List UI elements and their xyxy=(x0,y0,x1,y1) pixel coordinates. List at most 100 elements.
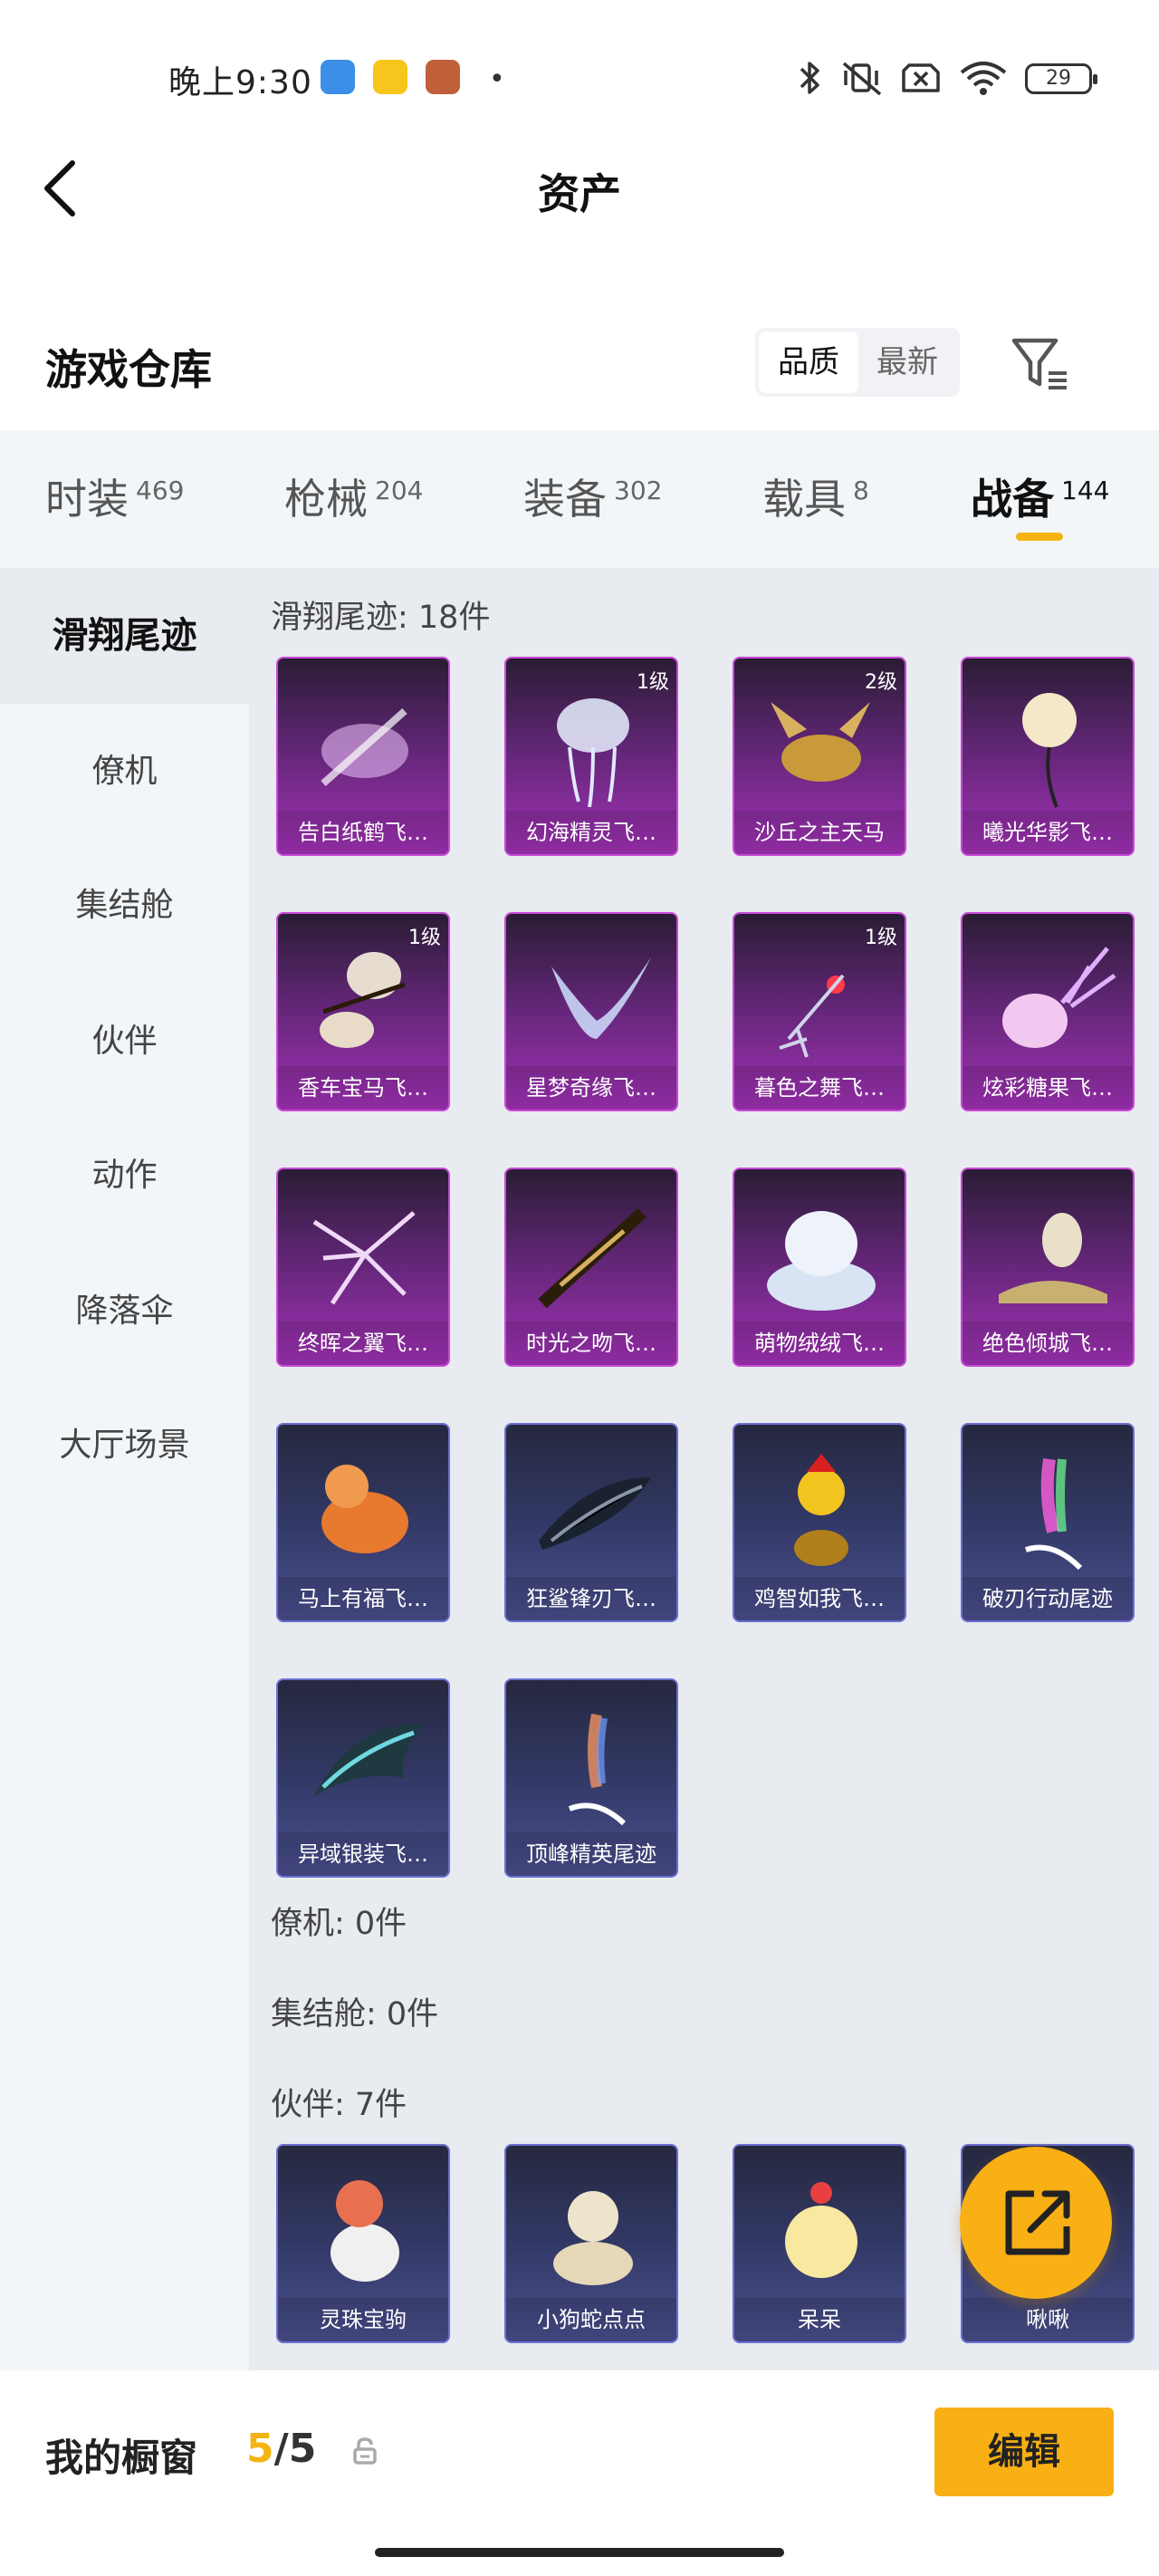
item-card[interactable]: 异域银装飞… xyxy=(276,1678,450,1878)
sidebar-item-glide-trail[interactable]: 滑翔尾迹 xyxy=(0,568,249,704)
bluetooth-icon xyxy=(800,62,819,94)
category-tabs: 时装 469 枪械 204 装备 302 载具 8 战备 144 xyxy=(0,430,1159,568)
edit-button[interactable]: 编辑 xyxy=(934,2408,1114,2496)
item-card[interactable]: 1级香车宝马飞… xyxy=(276,912,450,1111)
item-card[interactable]: 绝色倾城飞… xyxy=(961,1168,1135,1367)
item-card[interactable]: 2级 沙丘之主天马 xyxy=(733,657,906,856)
item-card[interactable]: 顶峰精英尾迹 xyxy=(504,1678,678,1878)
item-name: 告白纸鹤飞… xyxy=(278,811,448,854)
home-indicator xyxy=(375,2548,784,2557)
item-card[interactable]: 终晖之翼飞… xyxy=(276,1168,450,1367)
item-panel: 滑翔尾迹: 18件 告白纸鹤飞… 1级 幻海精灵飞… 2级 沙丘之主天马 曦光华影飞… 1级… xyxy=(249,568,1159,2370)
group-title-partner: 伙伴: 7件 xyxy=(271,2087,407,2123)
sidebar-item-lobby-scene[interactable]: 大厅场景 xyxy=(0,1378,249,1514)
more-notifications-icon: • xyxy=(489,63,505,95)
sidebar-item-rally-pod[interactable]: 集结舱 xyxy=(0,838,249,974)
section-title: 游戏仓库 xyxy=(45,345,212,394)
item-name: 鸡智如我飞… xyxy=(734,1577,905,1620)
item-name: 呆呆 xyxy=(734,2298,905,2341)
item-name: 顶峰精英尾迹 xyxy=(506,1832,676,1876)
item-name: 香车宝马飞… xyxy=(278,1066,448,1110)
item-card[interactable]: 星梦奇缘飞… xyxy=(504,912,678,1111)
tab-vehicles[interactable]: 载具 8 xyxy=(762,466,869,526)
share-fab[interactable] xyxy=(960,2147,1112,2299)
item-level-badge: 2级 xyxy=(865,671,897,694)
item-name: 异域银装飞… xyxy=(278,1832,448,1876)
item-card[interactable]: 1级 幻海精灵飞… xyxy=(504,657,678,856)
item-image xyxy=(524,675,662,811)
item-name: 小狗蛇点点 xyxy=(506,2298,676,2341)
group-title-wingman: 僚机: 0件 xyxy=(271,1906,407,1942)
item-level-badge: 1级 xyxy=(408,927,441,949)
item-image xyxy=(981,675,1118,811)
item-card[interactable]: 马上有福飞… xyxy=(276,1423,450,1622)
item-image xyxy=(296,930,434,1066)
item-card[interactable]: 狂鲨锋刃飞… xyxy=(504,1423,678,1622)
item-card[interactable]: 萌物绒绒飞… xyxy=(733,1168,906,1367)
showcase-count-separator: / xyxy=(273,2426,289,2472)
item-name: 啾啾 xyxy=(963,2298,1133,2341)
filter-icon[interactable] xyxy=(1009,333,1070,395)
item-image xyxy=(296,675,434,811)
sort-quality-button[interactable]: 品质 xyxy=(759,332,858,393)
lock-icon xyxy=(353,2437,377,2465)
item-card[interactable]: 曦光华影飞… xyxy=(961,657,1135,856)
app-notification-icon xyxy=(321,60,355,94)
page-title: 资产 xyxy=(538,169,621,218)
item-name: 马上有福飞… xyxy=(278,1577,448,1620)
tab-weapons[interactable]: 枪械 204 xyxy=(284,466,423,526)
group-title-glide-trail: 滑翔尾迹: 18件 xyxy=(271,600,491,636)
item-image xyxy=(981,1186,1118,1322)
item-card[interactable]: 告白纸鹤飞… xyxy=(276,657,450,856)
tab-equipment[interactable]: 装备 302 xyxy=(523,466,662,526)
tab-label: 装备 xyxy=(523,475,607,524)
status-bar: 晚上9:30 • 29 xyxy=(0,0,1159,154)
showcase-count-current: 5 xyxy=(246,2426,274,2472)
item-card[interactable]: 1级暮色之舞飞… xyxy=(733,912,906,1111)
item-level-badge: 1级 xyxy=(865,927,897,949)
item-name: 绝色倾城飞… xyxy=(963,1322,1133,1365)
item-name: 萌物绒绒飞… xyxy=(734,1322,905,1365)
sidebar-item-partner[interactable]: 伙伴 xyxy=(0,974,249,1110)
item-name: 暮色之舞飞… xyxy=(734,1066,905,1110)
sidebar-item-emote[interactable]: 动作 xyxy=(0,1108,249,1244)
item-image xyxy=(752,930,890,1066)
item-name: 星梦奇缘飞… xyxy=(506,1066,676,1110)
item-card[interactable]: 破刃行动尾迹 xyxy=(961,1423,1135,1622)
item-image xyxy=(524,1186,662,1322)
tab-count: 8 xyxy=(853,476,869,505)
tab-count: 144 xyxy=(1061,476,1110,505)
item-image xyxy=(981,930,1118,1066)
item-card[interactable]: 炫彩糖果飞… xyxy=(961,912,1135,1111)
item-name: 幻海精灵飞… xyxy=(506,811,676,854)
mute-vibrate-icon xyxy=(842,62,882,96)
sidebar: 滑翔尾迹 僚机 集结舱 伙伴 动作 降落伞 大厅场景 xyxy=(0,568,249,2370)
item-image xyxy=(752,2162,890,2298)
item-card[interactable]: 呆呆 xyxy=(733,2144,906,2343)
sort-newest-button[interactable]: 最新 xyxy=(858,332,956,393)
item-image xyxy=(524,2162,662,2298)
sidebar-item-parachute[interactable]: 降落伞 xyxy=(0,1244,249,1379)
item-image xyxy=(296,1697,434,1832)
active-tab-indicator xyxy=(1016,533,1063,541)
item-card[interactable]: 鸡智如我飞… xyxy=(733,1423,906,1622)
wifi-icon xyxy=(960,62,1007,95)
sort-toggle: 品质 最新 xyxy=(755,328,960,397)
item-image xyxy=(752,675,890,811)
showcase-count-total: 5 xyxy=(288,2426,317,2472)
item-name: 灵珠宝驹 xyxy=(278,2298,448,2341)
item-card[interactable]: 灵珠宝驹 xyxy=(276,2144,450,2343)
item-name: 炫彩糖果飞… xyxy=(963,1066,1133,1110)
item-name: 破刃行动尾迹 xyxy=(963,1577,1133,1620)
item-name: 时光之吻飞… xyxy=(506,1322,676,1365)
item-name: 狂鲨锋刃飞… xyxy=(506,1577,676,1620)
sidebar-item-wingman[interactable]: 僚机 xyxy=(0,704,249,840)
share-icon xyxy=(1005,2190,1070,2255)
tab-count: 204 xyxy=(375,476,424,505)
item-card[interactable]: 时光之吻飞… xyxy=(504,1168,678,1367)
group-title-rally-pod: 集结舱: 0件 xyxy=(271,1996,439,2033)
item-image xyxy=(752,1441,890,1577)
item-card[interactable]: 小狗蛇点点 xyxy=(504,2144,678,2343)
tab-fashion[interactable]: 时装 469 xyxy=(45,466,184,526)
tab-combat-gear[interactable]: 战备 144 xyxy=(971,466,1109,526)
